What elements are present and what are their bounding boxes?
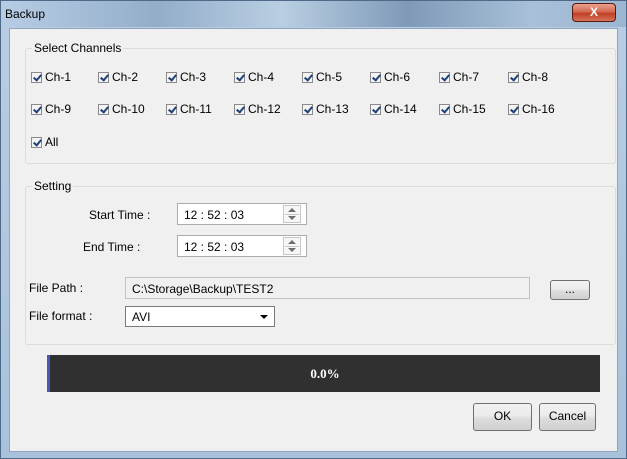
start-time-spinner[interactable] (283, 205, 301, 223)
channel-label: Ch-7 (453, 70, 480, 84)
checkbox-ch-1[interactable]: Ch-1 (31, 70, 71, 84)
spin-down-icon[interactable] (288, 248, 296, 252)
checkbox-ch-2[interactable]: Ch-2 (98, 70, 138, 84)
checkbox-ch-14[interactable]: Ch-14 (370, 102, 417, 116)
close-button[interactable]: X (572, 3, 616, 22)
checkbox-ch-13[interactable]: Ch-13 (302, 102, 349, 116)
checkbox-ch-11[interactable]: Ch-11 (166, 102, 212, 116)
channel-label: Ch-3 (180, 70, 207, 84)
channel-label: Ch-14 (384, 102, 417, 116)
check-icon (234, 103, 245, 115)
backup-dialog: Backup X Select Channels Ch-1 Ch-2 Ch-3 Ch-… (0, 0, 627, 459)
checkbox-ch-3[interactable]: Ch-3 (166, 70, 206, 84)
select-channels-legend: Select Channels (32, 41, 124, 55)
channel-label: Ch-11 (180, 102, 212, 116)
checkbox-ch-16[interactable]: Ch-16 (508, 102, 555, 116)
check-icon (31, 136, 42, 148)
check-icon (302, 103, 313, 115)
checkbox-ch-15[interactable]: Ch-15 (439, 102, 486, 116)
channel-label: Ch-12 (248, 102, 281, 116)
title-bar[interactable]: Backup X (1, 1, 626, 27)
setting-legend: Setting (32, 179, 74, 193)
check-icon (31, 71, 42, 83)
channel-label: Ch-8 (522, 70, 549, 84)
check-icon (439, 103, 450, 115)
chevron-down-icon (260, 315, 268, 319)
check-icon (370, 103, 381, 115)
spin-up-icon[interactable] (288, 208, 296, 212)
checkbox-all-label: All (45, 135, 59, 149)
channel-label: Ch-16 (522, 102, 555, 116)
spinner-divider (285, 214, 299, 215)
window-title: Backup (5, 7, 46, 21)
checkbox-ch-9[interactable]: Ch-9 (31, 102, 71, 116)
check-icon (439, 71, 450, 83)
ok-button[interactable]: OK (473, 403, 532, 431)
file-path-label: File Path : (29, 281, 84, 295)
spin-up-icon[interactable] (288, 240, 296, 244)
check-icon (234, 71, 245, 83)
checkbox-ch-8[interactable]: Ch-8 (508, 70, 548, 84)
check-icon (302, 71, 313, 83)
channel-label: Ch-13 (316, 102, 349, 116)
checkbox-ch-10[interactable]: Ch-10 (98, 102, 145, 116)
channel-label: Ch-1 (45, 70, 72, 84)
channel-label: Ch-5 (316, 70, 343, 84)
spinner-divider (285, 246, 299, 247)
start-time-label: Start Time : (89, 208, 151, 222)
checkbox-ch-5[interactable]: Ch-5 (302, 70, 342, 84)
end-time-field[interactable]: 12 : 52 : 03 (177, 235, 307, 257)
check-icon (508, 71, 519, 83)
end-time-value: 12 : 52 : 03 (184, 240, 245, 254)
start-time-field[interactable]: 12 : 52 : 03 (177, 203, 307, 225)
file-format-value: AVI (132, 310, 151, 324)
checkbox-all[interactable]: All (31, 135, 58, 149)
backup-progress-bar: 0.0% (47, 355, 600, 392)
spin-down-icon[interactable] (288, 216, 296, 220)
dialog-body: Select Channels Ch-1 Ch-2 Ch-3 Ch-4 Ch-5 Ch-6… (9, 28, 618, 452)
cancel-button[interactable]: Cancel (539, 403, 596, 431)
channel-label: Ch-6 (384, 70, 411, 84)
check-icon (98, 71, 109, 83)
check-icon (166, 71, 177, 83)
check-icon (370, 71, 381, 83)
file-path-field[interactable]: C:\Storage\Backup\TEST2 (125, 277, 530, 299)
file-format-select[interactable]: AVI (125, 306, 275, 327)
channel-label: Ch-2 (112, 70, 139, 84)
checkbox-ch-4[interactable]: Ch-4 (234, 70, 274, 84)
channel-label: Ch-9 (45, 102, 72, 116)
end-time-label: End Time : (83, 240, 141, 254)
check-icon (508, 103, 519, 115)
channel-label: Ch-10 (112, 102, 145, 116)
browse-button[interactable]: ... (550, 280, 590, 300)
checkbox-ch-7[interactable]: Ch-7 (439, 70, 479, 84)
channel-label: Ch-4 (248, 70, 275, 84)
checkbox-ch-6[interactable]: Ch-6 (370, 70, 410, 84)
channel-label: Ch-15 (453, 102, 486, 116)
check-icon (31, 103, 42, 115)
checkbox-ch-12[interactable]: Ch-12 (234, 102, 281, 116)
check-icon (98, 103, 109, 115)
file-path-value: C:\Storage\Backup\TEST2 (132, 282, 274, 296)
end-time-spinner[interactable] (283, 237, 301, 255)
start-time-value: 12 : 52 : 03 (184, 208, 245, 222)
progress-text: 0.0% (310, 366, 340, 381)
file-format-label: File format : (29, 309, 93, 323)
check-icon (166, 103, 177, 115)
